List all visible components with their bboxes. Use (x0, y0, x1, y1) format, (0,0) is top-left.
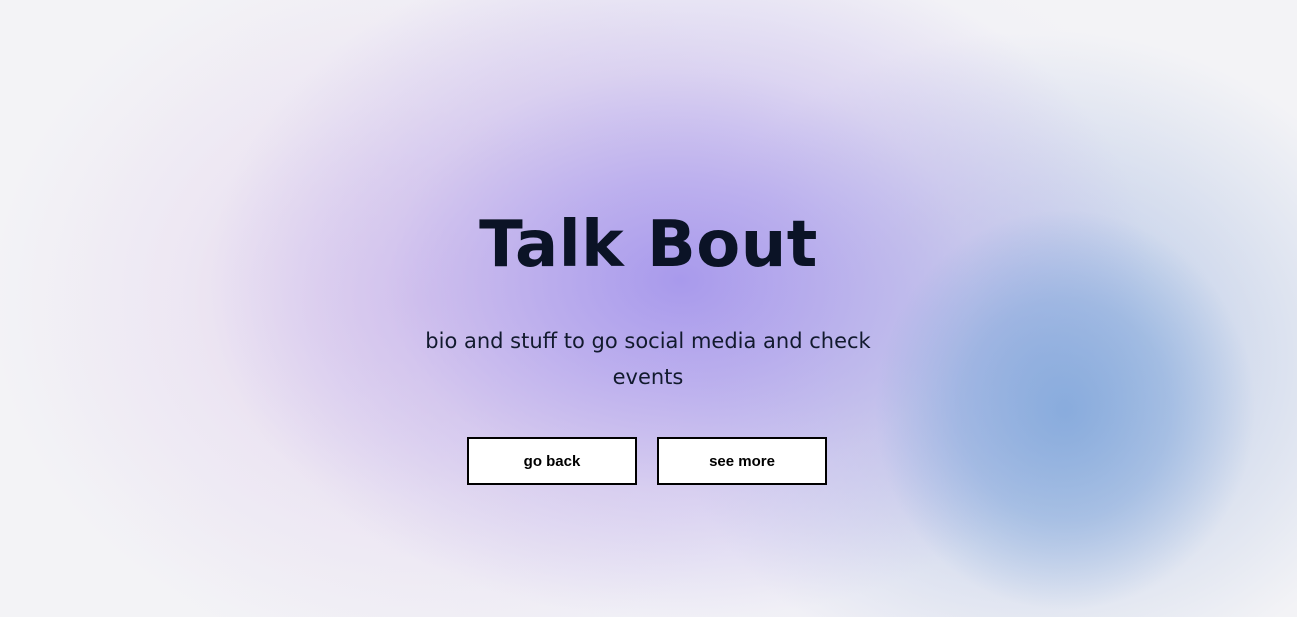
hero-subtitle: bio and stuff to go social media and che… (425, 329, 871, 389)
page-title: Talk Bout (479, 208, 818, 282)
go-back-button[interactable]: go back (467, 437, 637, 485)
hero-section: Talk Bout bio and stuff to go social med… (0, 0, 1297, 617)
see-more-button[interactable]: see more (657, 437, 827, 485)
